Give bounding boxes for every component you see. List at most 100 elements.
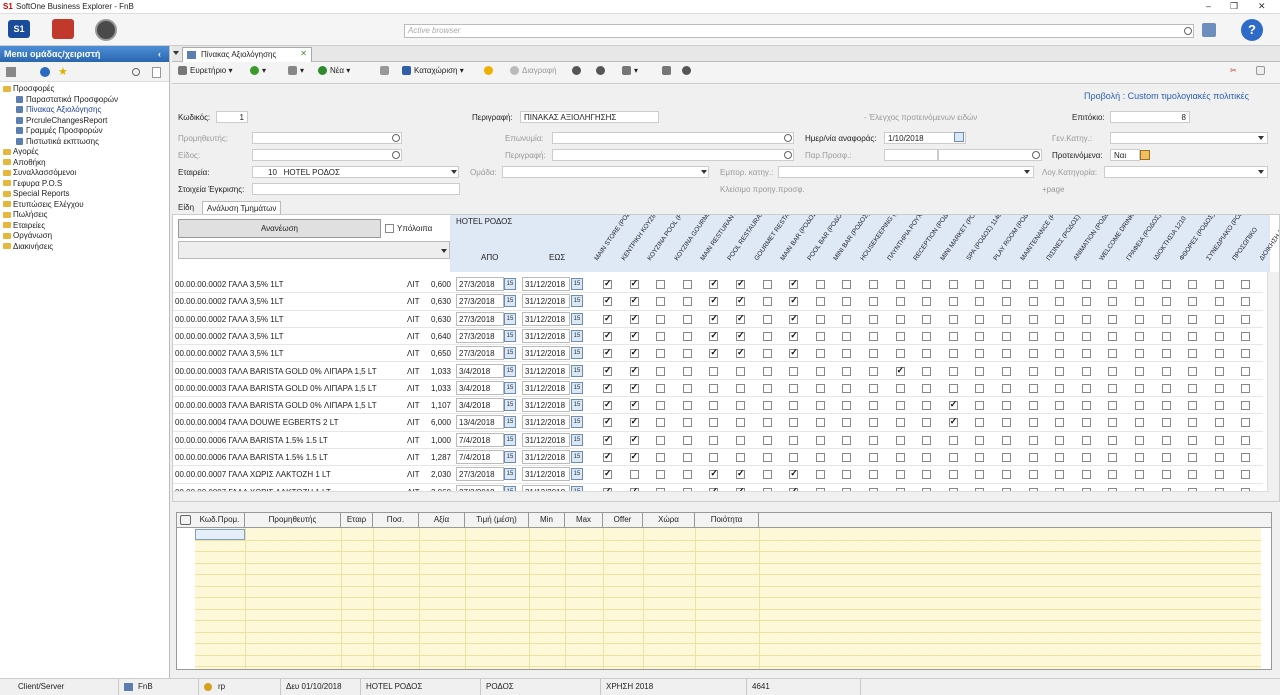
department-checkbox[interactable] bbox=[789, 330, 799, 341]
department-checkbox[interactable] bbox=[975, 453, 985, 462]
department-checkbox[interactable] bbox=[1028, 418, 1038, 428]
department-checkbox[interactable] bbox=[1055, 470, 1065, 480]
menu-item[interactable]: Πίνακας Αξιολόγησης bbox=[3, 105, 169, 116]
menu-folder[interactable]: Συναλλασσόμενοι bbox=[3, 168, 169, 179]
department-checkbox[interactable] bbox=[1214, 280, 1224, 289]
menu-folder[interactable]: Special Reports bbox=[3, 189, 169, 200]
department-checkbox[interactable] bbox=[948, 280, 958, 289]
department-checkbox[interactable] bbox=[1188, 401, 1198, 411]
from-calendar-icon[interactable]: 15 bbox=[504, 468, 516, 481]
department-checkbox[interactable] bbox=[1188, 314, 1198, 324]
department-checkbox[interactable] bbox=[815, 366, 825, 376]
page-link[interactable]: +page bbox=[1042, 185, 1064, 194]
comcat-dropdown-icon[interactable] bbox=[1024, 170, 1030, 174]
department-checkbox[interactable] bbox=[682, 453, 692, 462]
department-checkbox[interactable] bbox=[1055, 331, 1065, 341]
department-checkbox[interactable] bbox=[1028, 453, 1038, 462]
department-checkbox[interactable] bbox=[895, 297, 905, 307]
department-checkbox[interactable] bbox=[869, 280, 878, 289]
save-button[interactable]: Καταχώριση ▾ bbox=[402, 66, 464, 76]
description-field[interactable]: ΠΙΝΑΚΑΣ ΑΞΙΟΛΗΓΗΣΗΣ bbox=[520, 111, 659, 123]
department-checkbox[interactable] bbox=[1188, 331, 1198, 341]
department-checkbox[interactable] bbox=[1081, 418, 1091, 428]
to-calendar-icon[interactable]: 15 bbox=[571, 468, 583, 481]
department-checkbox[interactable] bbox=[869, 297, 878, 307]
department-checkbox[interactable] bbox=[1028, 435, 1038, 445]
department-checkbox[interactable] bbox=[1002, 280, 1011, 289]
view-custom-policies-link[interactable]: Προβολή : Custom τιμολογιακές πολιτικές bbox=[1084, 91, 1249, 101]
department-checkbox[interactable] bbox=[629, 470, 639, 480]
table-row[interactable]: 00.00.00.0002 ΓΑΛΑ 3,5% 1LT ΛΙΤ 0,640 27/3/… bbox=[173, 328, 1263, 346]
from-date-field[interactable]: 27/3/2018 bbox=[456, 328, 504, 343]
menu-folder[interactable]: Πωλήσεις bbox=[3, 210, 169, 221]
clock-icon[interactable] bbox=[95, 19, 117, 41]
from-date-field[interactable]: 27/3/2018 bbox=[456, 311, 504, 326]
department-checkbox[interactable] bbox=[1002, 366, 1011, 376]
department-checkbox[interactable] bbox=[1002, 297, 1011, 307]
department-checkbox[interactable] bbox=[762, 453, 772, 462]
table-row[interactable]: 00.00.00.0003 ΓΑΛΑ BARISTA GOLD 0% ΛΙΠΑΡ… bbox=[173, 363, 1263, 380]
department-checkbox[interactable] bbox=[842, 366, 852, 376]
department-checkbox[interactable] bbox=[682, 418, 692, 428]
department-checkbox[interactable] bbox=[815, 314, 825, 324]
clipboard-icon[interactable] bbox=[6, 67, 16, 77]
department-checkbox[interactable] bbox=[1055, 314, 1065, 324]
department-checkbox[interactable] bbox=[975, 418, 985, 428]
department-checkbox[interactable] bbox=[1214, 453, 1224, 462]
wizard-button[interactable]: ▾ bbox=[250, 66, 266, 76]
department-checkbox[interactable] bbox=[948, 331, 958, 341]
department-checkbox[interactable] bbox=[1028, 314, 1038, 324]
department-checkbox[interactable] bbox=[922, 418, 932, 428]
table-row[interactable]: 00.00.00.0002 ΓΑΛΑ 3,5% 1LT ΛΙΤ 0,630 27/3/… bbox=[173, 293, 1263, 311]
department-checkbox[interactable] bbox=[842, 349, 852, 359]
department-checkbox[interactable] bbox=[656, 331, 666, 341]
department-checkbox[interactable] bbox=[682, 401, 692, 411]
department-checkbox[interactable] bbox=[736, 401, 745, 411]
department-checkbox[interactable] bbox=[762, 366, 772, 376]
department-checkbox[interactable] bbox=[1188, 297, 1198, 307]
department-checkbox[interactable] bbox=[1214, 297, 1224, 307]
department-checkbox[interactable] bbox=[682, 435, 692, 445]
department-checkbox[interactable] bbox=[1188, 349, 1198, 359]
department-checkbox[interactable] bbox=[948, 453, 958, 462]
department-checkbox[interactable] bbox=[603, 468, 612, 480]
department-checkbox[interactable] bbox=[682, 297, 692, 307]
department-checkbox[interactable] bbox=[789, 453, 799, 462]
from-calendar-icon[interactable]: 15 bbox=[504, 416, 516, 429]
department-checkbox[interactable] bbox=[736, 295, 745, 307]
department-checkbox[interactable] bbox=[1055, 349, 1065, 359]
department-checkbox[interactable] bbox=[1214, 331, 1224, 341]
acccat-dropdown-icon[interactable] bbox=[1258, 170, 1264, 174]
table-row[interactable]: 00.00.00.0002 ΓΑΛΑ 3,5% 1LT ΛΙΤ 0,600 27/3/… bbox=[173, 276, 1263, 294]
department-checkbox[interactable] bbox=[682, 366, 692, 376]
department-checkbox[interactable] bbox=[1081, 470, 1091, 480]
department-checkbox[interactable] bbox=[1002, 418, 1011, 428]
tab-evaluation-table[interactable]: Πίνακας Αξιολόγησης ✕ bbox=[182, 47, 312, 62]
department-checkbox[interactable] bbox=[656, 401, 666, 411]
department-checkbox[interactable] bbox=[1081, 435, 1091, 445]
department-checkbox[interactable] bbox=[1241, 383, 1251, 393]
department-checkbox[interactable] bbox=[709, 418, 719, 428]
browser-options-icon[interactable] bbox=[1202, 23, 1216, 37]
from-date-field[interactable]: 13/4/2018 bbox=[456, 415, 504, 430]
grid-vertical-scrollbar[interactable] bbox=[1267, 272, 1279, 501]
from-calendar-icon[interactable]: 15 bbox=[504, 312, 516, 325]
department-checkbox[interactable] bbox=[948, 383, 958, 393]
department-checkbox[interactable] bbox=[1081, 331, 1091, 341]
new-button[interactable]: Νέα ▾ bbox=[318, 66, 350, 76]
department-checkbox[interactable] bbox=[1241, 401, 1251, 411]
search-icon[interactable] bbox=[1184, 27, 1192, 35]
department-checkbox[interactable] bbox=[709, 313, 719, 324]
department-checkbox[interactable] bbox=[1214, 401, 1224, 411]
table-settings-icon[interactable] bbox=[180, 515, 191, 525]
department-checkbox[interactable] bbox=[629, 313, 639, 324]
menu-folder[interactable]: Αποθήκη bbox=[3, 158, 169, 169]
department-checkbox[interactable] bbox=[1028, 349, 1038, 359]
department-checkbox[interactable] bbox=[629, 382, 639, 393]
department-checkbox[interactable] bbox=[789, 418, 799, 428]
department-checkbox[interactable] bbox=[842, 470, 852, 480]
department-checkbox[interactable] bbox=[1214, 383, 1224, 393]
department-checkbox[interactable] bbox=[656, 297, 666, 307]
from-calendar-icon[interactable]: 15 bbox=[504, 278, 516, 290]
acccat-field[interactable] bbox=[1104, 166, 1268, 178]
